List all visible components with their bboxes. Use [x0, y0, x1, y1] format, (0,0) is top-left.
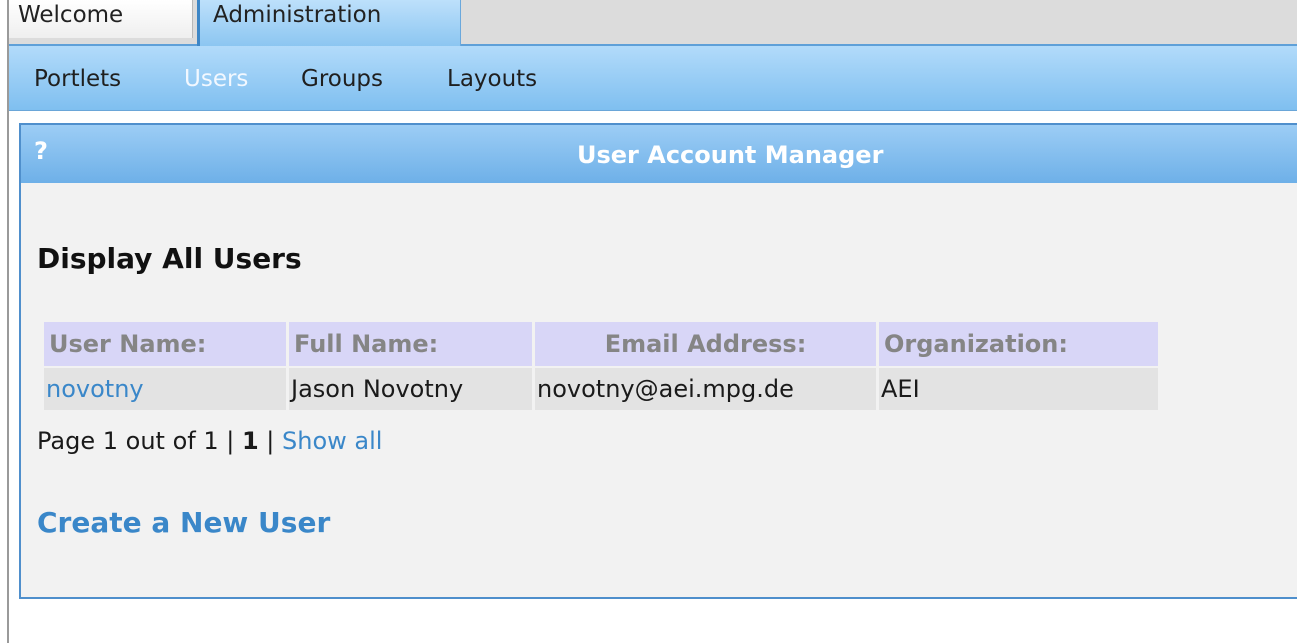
- portlet-title: User Account Manager: [577, 141, 884, 169]
- pagination-separator: |: [266, 427, 275, 455]
- tab-administration[interactable]: Administration: [197, 0, 461, 46]
- column-header-organization: Organization:: [879, 322, 1158, 366]
- user-account-manager-portlet: ? User Account Manager Display All Users…: [19, 123, 1297, 599]
- users-table: User Name: Full Name: Email Address: Org…: [41, 320, 1161, 412]
- subnav-groups[interactable]: Groups: [301, 68, 383, 91]
- column-header-full-name: Full Name:: [289, 322, 532, 366]
- show-all-link[interactable]: Show all: [282, 427, 382, 455]
- subnav-users[interactable]: Users: [184, 68, 248, 91]
- subnav-layouts[interactable]: Layouts: [447, 68, 537, 91]
- pagination-summary: Page 1 out of 1 |: [37, 427, 235, 455]
- subnav-portlets[interactable]: Portlets: [34, 68, 121, 91]
- main-tab-bar: Welcome Administration: [9, 0, 1297, 46]
- portal-page: Welcome Administration Portlets Users Gr…: [0, 0, 1297, 643]
- email-cell: novotny@aei.mpg.de: [535, 368, 876, 410]
- portlet-title-bar: ? User Account Manager: [21, 125, 1297, 183]
- section-heading: Display All Users: [37, 242, 302, 275]
- sub-navigation-bar: Portlets Users Groups Layouts: [9, 46, 1297, 111]
- pagination: Page 1 out of 1 | 1 | Show all: [37, 429, 382, 453]
- organization-cell: AEI: [879, 368, 1158, 410]
- column-header-email: Email Address:: [535, 322, 876, 366]
- column-header-user-name: User Name:: [44, 322, 286, 366]
- full-name-cell: Jason Novotny: [289, 368, 532, 410]
- pagination-current-page: 1: [241, 427, 259, 455]
- help-icon[interactable]: ?: [34, 139, 48, 163]
- table-header-row: User Name: Full Name: Email Address: Org…: [44, 322, 1158, 366]
- user-name-link[interactable]: novotny: [44, 368, 286, 410]
- table-row: novotny Jason Novotny novotny@aei.mpg.de…: [44, 368, 1158, 410]
- tab-welcome[interactable]: Welcome: [9, 0, 193, 38]
- create-new-user-link[interactable]: Create a New User: [37, 509, 330, 537]
